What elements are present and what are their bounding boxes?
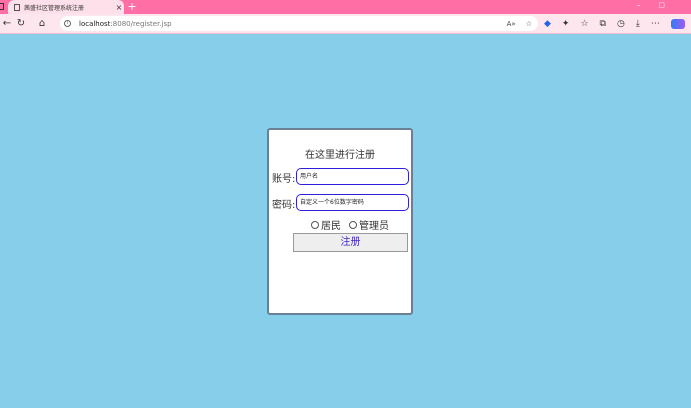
download-icon[interactable]: ⤓	[636, 17, 640, 31]
browser-toolbar: ← ↻ ⌂ i localhost :8080/register.jsp A» …	[0, 14, 691, 34]
tab-close-icon[interactable]: ×	[114, 3, 124, 12]
new-tab-button[interactable]: +	[127, 0, 137, 14]
back-icon[interactable]: ←	[1, 17, 13, 31]
role-admin-label: 管理员	[359, 221, 389, 232]
browser-tab[interactable]: 茜盛社区管理系统注册 ×	[8, 0, 124, 14]
puzzle-icon[interactable]: ✦	[562, 17, 570, 31]
window-menu-icon[interactable]	[0, 3, 4, 10]
page-icon	[14, 3, 20, 11]
more-icon[interactable]: ⋯	[651, 17, 660, 31]
register-card: 在这里进行注册 账号: 密码: 居民 管理员 注册	[267, 128, 413, 315]
address-bar[interactable]: i localhost :8080/register.jsp A» ☆	[60, 16, 538, 31]
url-path: :8080/register.jsp	[110, 19, 172, 28]
browser-tab-bar: 茜盛社区管理系统注册 × + –▢	[0, 0, 691, 14]
toolbar-icons: ◆ ✦ ☆ ⧉ ◷ ⤓ ⋯	[544, 17, 685, 31]
tab-title: 茜盛社区管理系统注册	[24, 4, 85, 12]
copilot-icon[interactable]	[670, 19, 685, 29]
register-title: 在这里进行注册	[305, 150, 375, 161]
role-radio-group: 居民 管理员	[311, 217, 389, 232]
password-label: 密码:	[272, 200, 296, 211]
favorites-icon[interactable]: ☆	[580, 17, 588, 31]
role-resident-label: 居民	[321, 221, 341, 232]
favorite-star-icon[interactable]: ☆	[526, 20, 532, 28]
account-input[interactable]	[296, 168, 409, 185]
home-icon[interactable]: ⌂	[36, 17, 48, 31]
radio-admin[interactable]	[349, 220, 357, 229]
refresh-icon[interactable]: ↻	[15, 17, 27, 31]
read-aloud-icon[interactable]: A»	[507, 20, 516, 28]
password-input[interactable]	[296, 194, 409, 211]
url-host: localhost	[79, 19, 111, 28]
extension-icon[interactable]: ◆	[544, 17, 551, 31]
radio-resident[interactable]	[311, 220, 319, 229]
collections-icon[interactable]: ⧉	[600, 17, 606, 31]
site-info-icon[interactable]: i	[64, 20, 71, 27]
register-button[interactable]: 注册	[293, 233, 408, 252]
account-label: 账号:	[272, 174, 296, 185]
window-controls[interactable]: –▢	[637, 1, 683, 9]
history-icon[interactable]: ◷	[617, 17, 625, 31]
